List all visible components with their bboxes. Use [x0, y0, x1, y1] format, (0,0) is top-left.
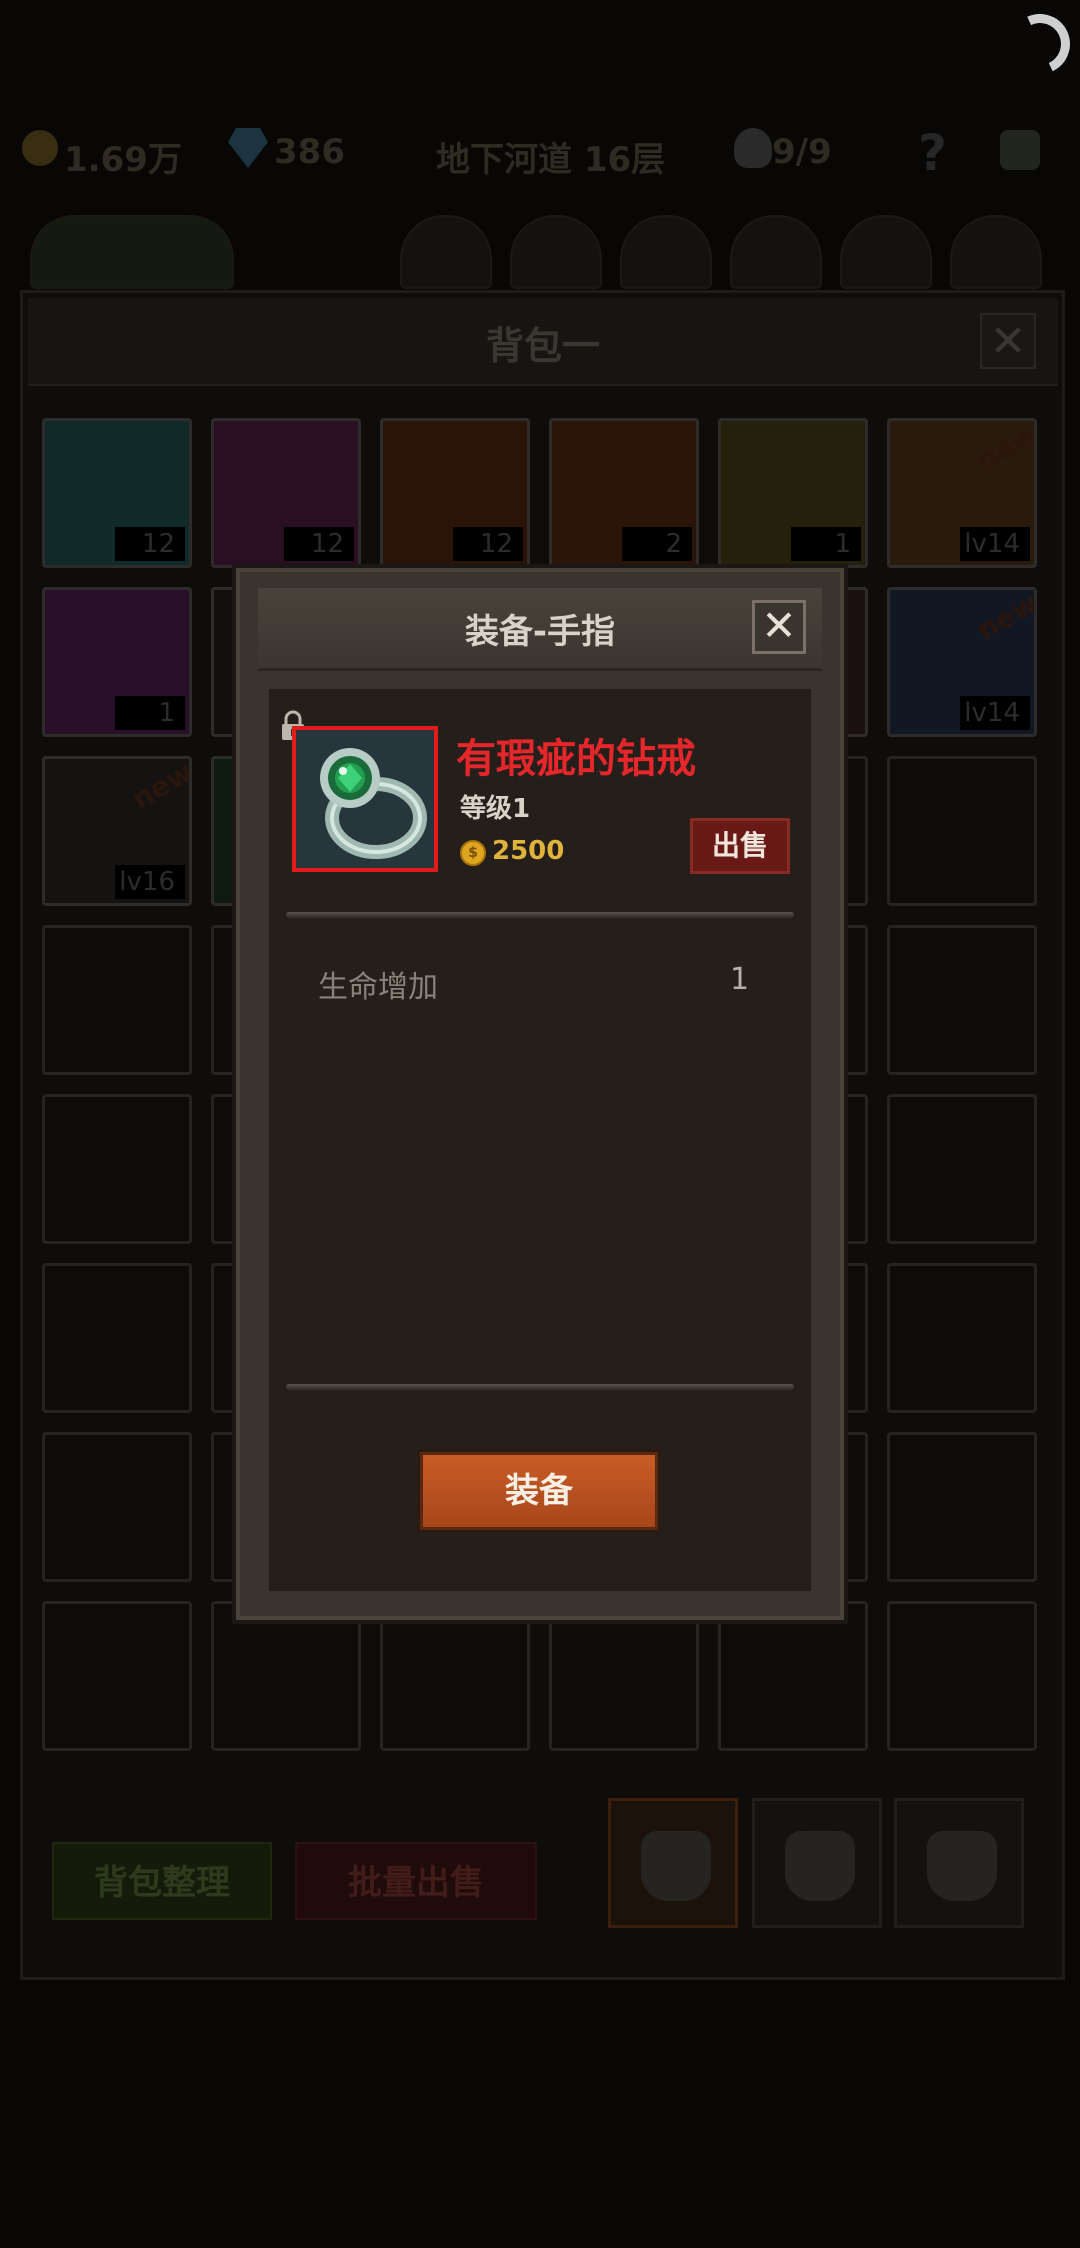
inventory-slot[interactable]: 12 — [380, 418, 530, 568]
dialog-close-button[interactable]: ✕ — [752, 600, 806, 654]
item-price: 2500 — [492, 836, 565, 866]
slot-count: 1 — [115, 696, 185, 730]
bulk-sell-button[interactable]: 批量出售 — [295, 1842, 537, 1920]
new-badge: new — [971, 418, 1037, 478]
slot-count: 12 — [453, 527, 523, 561]
inventory-slot[interactable] — [718, 1601, 868, 1751]
slot-count: lv14 — [960, 527, 1030, 561]
gem-icon — [228, 128, 268, 168]
inventory-slot[interactable] — [211, 1601, 361, 1751]
hero-portrait[interactable] — [730, 215, 822, 289]
slot-count: lv16 — [115, 865, 185, 899]
location-label: 地下河道 16层 — [436, 140, 666, 180]
backpack-close-button[interactable]: ✕ — [980, 313, 1036, 369]
inventory-slot[interactable] — [887, 1601, 1037, 1751]
inventory-slot[interactable]: 2 — [549, 418, 699, 568]
divider — [286, 1384, 794, 1390]
gold-amount: 1.69万 — [64, 140, 182, 180]
backpack-icon — [641, 1831, 711, 1901]
inventory-slot[interactable] — [887, 1094, 1037, 1244]
inventory-slot[interactable] — [549, 1601, 699, 1751]
bag-tab-1[interactable] — [608, 1798, 738, 1928]
inventory-slot[interactable] — [42, 1094, 192, 1244]
skull-count: 9/9 — [772, 132, 832, 172]
inventory-slot[interactable] — [887, 1432, 1037, 1582]
stat-label: 生命增加 — [318, 970, 438, 1005]
equip-button[interactable]: 装备 — [420, 1452, 658, 1530]
inventory-slot[interactable]: 1 — [42, 587, 192, 737]
item-name: 有瑕疵的钻戒 — [456, 736, 696, 782]
dialog-title: 装备-手指 — [464, 612, 616, 652]
slot-count: 12 — [115, 527, 185, 561]
coin-icon: $ — [460, 840, 486, 866]
inventory-slot[interactable] — [380, 1601, 530, 1751]
inventory-slot[interactable]: 12 — [211, 418, 361, 568]
backpack-icon — [927, 1831, 997, 1901]
inventory-slot[interactable] — [887, 925, 1037, 1075]
slot-count: 12 — [284, 527, 354, 561]
inventory-slot[interactable] — [42, 925, 192, 1075]
hero-portrait[interactable] — [840, 215, 932, 289]
inventory-slot[interactable] — [887, 1263, 1037, 1413]
top-hud: 1.69万 386 地下河道 16层 9/9 ? — [0, 120, 1080, 188]
backpack-title: 背包一 — [485, 324, 600, 368]
inventory-slot[interactable]: 1 — [718, 418, 868, 568]
bag-tab-2[interactable] — [752, 1798, 882, 1928]
slot-count: 2 — [622, 527, 692, 561]
new-badge: new — [971, 587, 1037, 647]
hero-portrait[interactable] — [620, 215, 712, 289]
hero-portrait-bar — [0, 195, 1080, 289]
inventory-slot[interactable]: 12 — [42, 418, 192, 568]
item-level: 等级1 — [460, 794, 531, 824]
sell-button[interactable]: 出售 — [690, 818, 790, 874]
slot-count: lv14 — [960, 696, 1030, 730]
slot-count: 1 — [791, 527, 861, 561]
diamond-ring-icon — [296, 730, 434, 868]
hero-portrait[interactable] — [510, 215, 602, 289]
inventory-slot[interactable] — [42, 1601, 192, 1751]
inventory-slot[interactable] — [42, 1432, 192, 1582]
sort-backpack-button[interactable]: 背包整理 — [52, 1842, 272, 1920]
inventory-slot[interactable]: lv14 new — [887, 587, 1037, 737]
inventory-slot[interactable]: lv16 new — [42, 756, 192, 906]
divider — [286, 912, 794, 918]
settings-icon[interactable] — [1000, 130, 1040, 170]
help-button[interactable]: ? — [918, 124, 947, 182]
inventory-slot[interactable]: lv14 new — [887, 418, 1037, 568]
stat-value: 1 — [730, 962, 750, 997]
skull-icon — [734, 128, 772, 168]
gold-coin-icon — [22, 130, 58, 166]
bag-tab-3[interactable] — [894, 1798, 1024, 1928]
loading-spinner-icon — [1001, 5, 1079, 83]
hero-portrait[interactable] — [400, 215, 492, 289]
new-badge: new — [126, 756, 192, 816]
inventory-slot[interactable] — [887, 756, 1037, 906]
inventory-slot[interactable] — [42, 1263, 192, 1413]
gem-amount: 386 — [274, 132, 345, 172]
backpack-icon — [785, 1831, 855, 1901]
item-icon-frame — [292, 726, 438, 872]
hero-portrait[interactable] — [950, 215, 1042, 289]
hero-portrait[interactable] — [30, 215, 234, 289]
